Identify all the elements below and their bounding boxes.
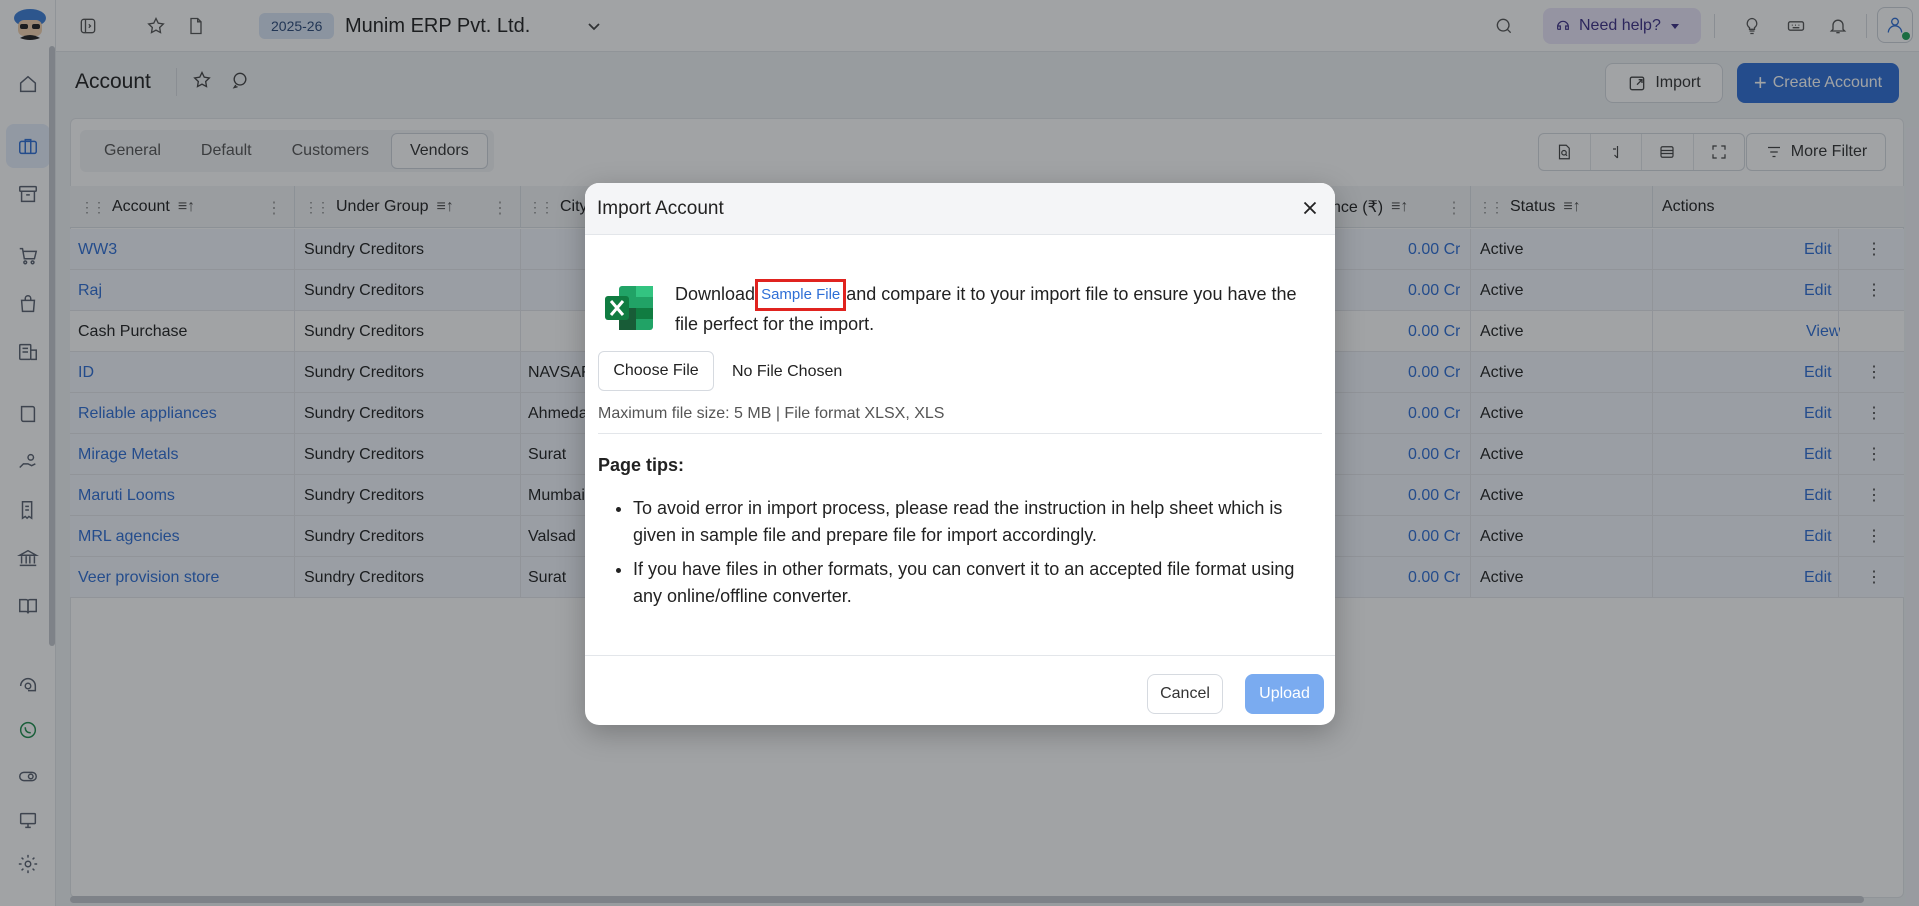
import-account-modal: Import Account Download Sample File and co… [585,183,1335,725]
page-tips-list: To avoid error in import process, please… [633,495,1323,617]
modal-header: Import Account [585,183,1335,235]
upload-button[interactable]: Upload [1245,674,1324,714]
close-icon[interactable] [1299,197,1323,221]
tip-item: If you have files in other formats, you … [633,556,1323,610]
modal-footer-divider [585,655,1335,656]
modal-title: Import Account [597,198,724,219]
excel-file-icon [603,284,655,332]
download-instruction: Download Sample File and compare it to you… [675,279,1315,338]
no-file-chosen-text: No File Chosen [732,363,843,380]
download-prefix: Download [675,283,756,304]
choose-file-button[interactable]: Choose File [598,351,714,391]
sample-file-link[interactable]: Sample File [755,279,847,311]
cancel-button[interactable]: Cancel [1147,674,1223,714]
modal-divider [598,433,1322,434]
page-tips-title: Page tips: [598,455,685,475]
max-file-size-text: Maximum file size: 5 MB | File format XL… [598,405,945,422]
tip-item: To avoid error in import process, please… [633,495,1323,549]
